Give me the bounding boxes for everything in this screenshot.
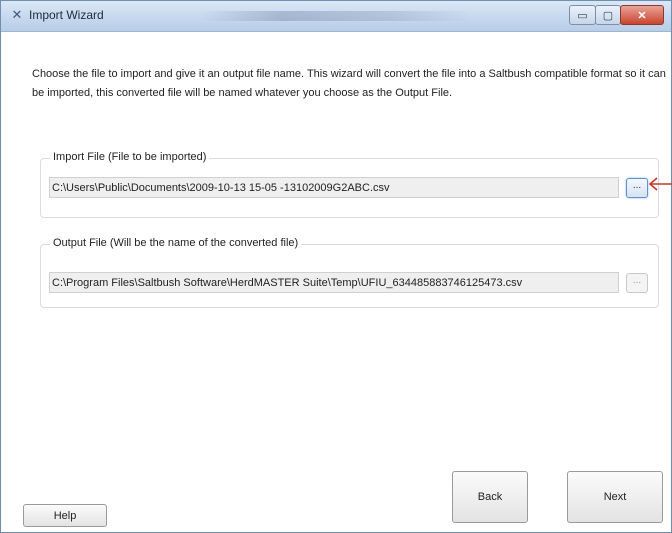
output-file-label: Output File (Will be the name of the con… — [50, 237, 302, 249]
help-button[interactable]: Help — [23, 504, 107, 527]
output-file-path-field[interactable]: C:\Program Files\Saltbush Software\HerdM… — [49, 272, 619, 293]
close-button[interactable]: ✕ — [620, 5, 664, 25]
import-browse-button[interactable]: ... — [626, 178, 648, 198]
next-button[interactable]: Next — [567, 471, 663, 523]
minimize-button[interactable]: ▭ — [569, 5, 596, 25]
back-button[interactable]: Back — [452, 471, 528, 523]
wizard-icon: ✕ — [11, 7, 23, 22]
wizard-description: Choose the file to import and give it an… — [32, 68, 666, 99]
maximize-button[interactable]: ▢ — [595, 5, 621, 25]
title-bar[interactable]: ✕ Import Wizard ▭ ▢ ✕ — [1, 1, 671, 32]
arrow-left-icon — [648, 177, 672, 191]
window-title: Import Wizard — [29, 8, 104, 22]
import-wizard-window: ✕ Import Wizard ▭ ▢ ✕ Choose the file to… — [0, 0, 672, 533]
import-file-path-field[interactable]: C:\Users\Public\Documents\2009-10-13 15-… — [49, 177, 619, 198]
output-file-group: Output File (Will be the name of the con… — [40, 237, 659, 308]
import-file-label: Import File (File to be imported) — [50, 151, 210, 163]
output-browse-button[interactable]: ... — [626, 273, 648, 293]
import-file-group: Import File (File to be imported) C:\Use… — [40, 151, 659, 218]
title-bar-blur — [201, 11, 471, 21]
